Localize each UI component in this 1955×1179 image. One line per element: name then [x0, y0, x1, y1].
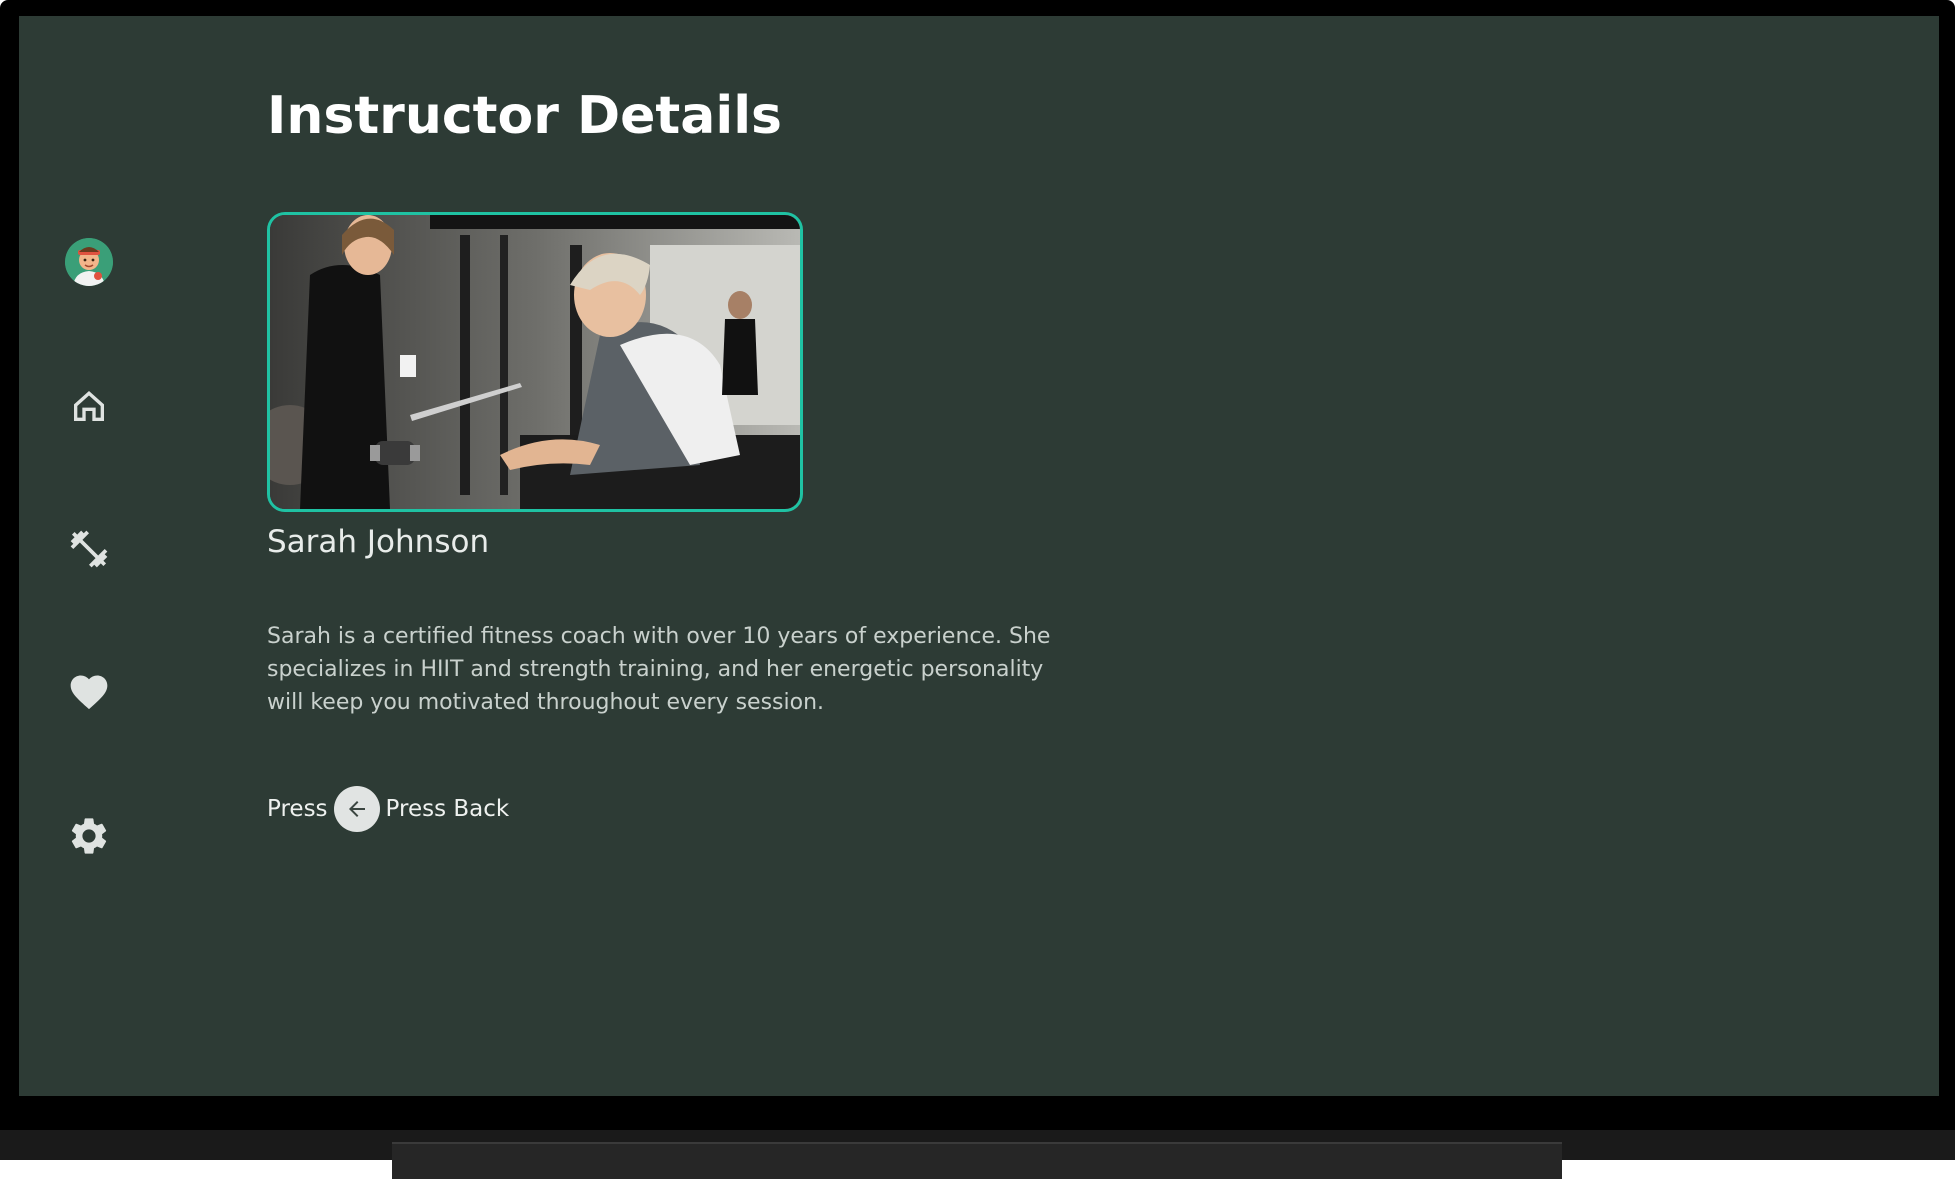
back-hint-prefix: Press — [267, 796, 328, 822]
instructor-photo — [270, 215, 800, 509]
instructor-photo-card[interactable] — [267, 212, 803, 512]
nav-item-profile[interactable] — [63, 236, 115, 288]
heart-icon — [70, 675, 108, 710]
avatar-icon — [65, 238, 113, 286]
tv-screen: Instructor Details Sarah Johnson Sarah i… — [19, 16, 1939, 1096]
nav-item-workouts[interactable] — [63, 523, 115, 575]
nav-item-settings[interactable] — [63, 810, 115, 862]
instructor-bio: Sarah is a certified fitness coach with … — [267, 624, 1051, 715]
page-title: Instructor Details — [267, 86, 782, 146]
home-icon — [74, 391, 104, 421]
back-button[interactable] — [333, 786, 380, 832]
tv-stand — [392, 1142, 1562, 1179]
dumbbell-icon — [70, 530, 108, 568]
back-hint: Press Press Back — [267, 785, 509, 833]
instructor-name: Sarah Johnson — [267, 524, 490, 560]
arrow-back-icon — [348, 801, 365, 817]
gear-icon — [71, 818, 107, 854]
back-hint-label: Press Back — [385, 796, 510, 822]
nav-rail — [19, 16, 159, 1096]
nav-item-home[interactable] — [63, 380, 115, 432]
nav-item-favorites[interactable] — [63, 666, 115, 718]
